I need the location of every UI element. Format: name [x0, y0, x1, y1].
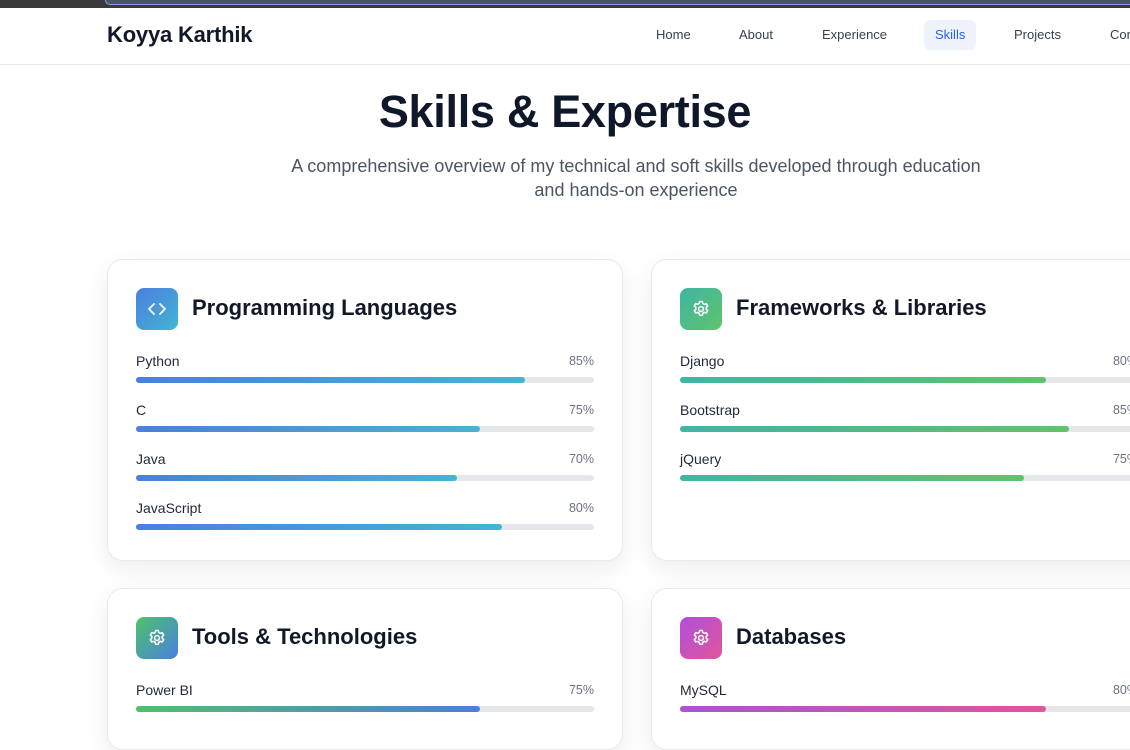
- progress-fill: [136, 377, 526, 383]
- nav-link-experience[interactable]: Experience: [811, 20, 898, 50]
- skill-percent: 80%: [568, 501, 594, 515]
- progress-track: [136, 706, 594, 712]
- gear-icon: [680, 288, 722, 330]
- skill-name: Django: [680, 353, 725, 369]
- skill-card-tools-technologies: Tools & Technologies Power BI 75%: [107, 588, 623, 750]
- skill-name: MySQL: [680, 682, 727, 698]
- nav-link-about[interactable]: About: [728, 20, 784, 50]
- page-subtitle: A comprehensive overview of my technical…: [291, 156, 981, 200]
- code-icon: [136, 288, 178, 330]
- progress-fill: [680, 377, 1047, 383]
- skill-card-programming-languages: Programming Languages Python 85% C 75% J…: [107, 259, 623, 561]
- skill-percent: 80%: [1112, 683, 1130, 697]
- navbar: Koyya Karthik Home About Experience Skil…: [0, 8, 1130, 65]
- progress-track: [136, 426, 594, 432]
- skill-percent: 70%: [568, 452, 594, 466]
- skill-percent: 80%: [1112, 354, 1130, 368]
- progress-track: [680, 475, 1130, 481]
- progress-track: [136, 475, 594, 481]
- skill-row: Django 80%: [680, 353, 1130, 385]
- page-title: Skills & Expertise: [378, 86, 752, 137]
- progress-track: [680, 377, 1130, 383]
- skill-row: C 75%: [136, 402, 594, 434]
- skill-row: MySQL 80%: [680, 682, 1130, 714]
- progress-track: [136, 377, 594, 383]
- skill-name: C: [136, 402, 147, 418]
- skill-name: JavaScript: [136, 500, 202, 516]
- nav-link-contact[interactable]: Cor: [1099, 20, 1130, 50]
- card-title: Programming Languages: [192, 295, 458, 320]
- skill-name: Power BI: [136, 682, 193, 698]
- skill-percent: 75%: [1112, 452, 1130, 466]
- skill-name: Java: [136, 451, 166, 467]
- progress-fill: [136, 426, 480, 432]
- card-title: Frameworks & Libraries: [736, 295, 987, 320]
- progress-track: [680, 706, 1130, 712]
- skill-row: jQuery 75%: [680, 451, 1130, 483]
- skill-card-frameworks-libraries: Frameworks & Libraries Django 80% Bootst…: [651, 259, 1130, 561]
- nav-link-projects[interactable]: Projects: [1003, 20, 1072, 50]
- skill-percent: 75%: [568, 683, 594, 697]
- skill-card-databases: Databases MySQL 80%: [651, 588, 1130, 750]
- progress-fill: [136, 706, 480, 712]
- skill-row: Python 85%: [136, 353, 594, 385]
- progress-fill: [136, 524, 503, 530]
- progress-fill: [680, 475, 1024, 481]
- progress-track: [680, 426, 1130, 432]
- skill-percent: 85%: [568, 354, 594, 368]
- brand-logo-text[interactable]: Koyya Karthik: [107, 22, 253, 48]
- progress-fill: [136, 475, 457, 481]
- skill-percent: 75%: [568, 403, 594, 417]
- card-title: Databases: [736, 624, 847, 649]
- progress-track: [136, 524, 594, 530]
- browser-top-strip: [0, 0, 1130, 8]
- nav-link-home[interactable]: Home: [645, 20, 702, 50]
- gear-icon: [680, 617, 722, 659]
- skill-row: Power BI 75%: [136, 682, 594, 714]
- skill-name: jQuery: [680, 451, 722, 467]
- skill-name: Bootstrap: [680, 402, 740, 418]
- skill-row: JavaScript 80%: [136, 500, 594, 532]
- browser-address-bar: [105, 0, 1130, 5]
- skill-name: Python: [136, 353, 180, 369]
- card-title: Tools & Technologies: [192, 624, 418, 649]
- skill-row: Bootstrap 85%: [680, 402, 1130, 434]
- skill-percent: 85%: [1112, 403, 1130, 417]
- progress-fill: [680, 706, 1047, 712]
- gear-icon: [136, 617, 178, 659]
- skill-row: Java 70%: [136, 451, 594, 483]
- nav-link-skills[interactable]: Skills: [924, 20, 977, 50]
- progress-fill: [680, 426, 1070, 432]
